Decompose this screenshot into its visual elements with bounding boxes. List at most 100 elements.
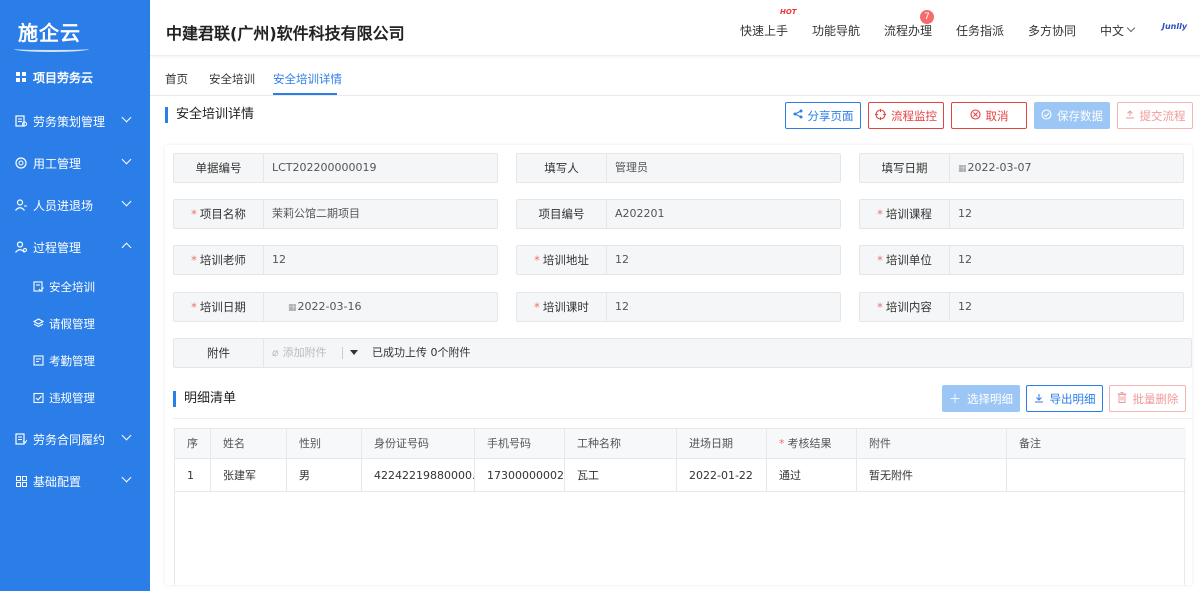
nav-process[interactable]: 流程办理 xyxy=(884,22,932,39)
brand-logo[interactable]: Junlly xyxy=(1162,22,1187,31)
divider xyxy=(342,347,343,359)
writer-field[interactable]: 填写人 管理员 xyxy=(516,153,841,183)
address-field[interactable]: * 培训地址 12 xyxy=(516,245,841,275)
save-button[interactable]: 保存数据 xyxy=(1034,102,1110,129)
table-cell: 42242219880000... xyxy=(362,459,475,492)
course-field[interactable]: * 培训课程 12 xyxy=(859,199,1184,229)
share-button[interactable]: 分享页面 xyxy=(785,102,861,129)
batch-delete-button[interactable]: 批量删除 xyxy=(1109,385,1186,412)
sidebar-item-contract[interactable]: 劳务合同履约 xyxy=(0,418,150,460)
sidebar-item-process[interactable]: 过程管理 xyxy=(0,226,150,268)
plus-icon: ＋ xyxy=(948,392,961,406)
doc-no-field[interactable]: 单据编号 LCT202200000019 xyxy=(173,153,498,183)
write-date-field[interactable]: 填写日期 ▦2022-03-07 xyxy=(859,153,1184,183)
table-header-cell: 附件 xyxy=(857,429,1007,459)
sidebar-subitem-label: 安全培训 xyxy=(49,279,95,294)
teacher-value: 12 xyxy=(272,253,286,266)
sidebar-item-employ[interactable]: 用工管理 xyxy=(0,142,150,184)
attachment-status: 已成功上传 0个附件 xyxy=(372,346,471,359)
table-header-label: 考核结果 xyxy=(787,437,832,450)
sidebar-subitem-attendance[interactable]: 考勤管理 xyxy=(0,342,150,379)
tab-safety-training-detail[interactable]: 安全培训详情 xyxy=(273,71,342,87)
submit-button[interactable]: 提交流程 xyxy=(1117,102,1193,129)
page-title: 安全培训详情 xyxy=(165,107,254,123)
sidebar-item-personnel[interactable]: 人员进退场 xyxy=(0,184,150,226)
table-header-cell: 性别 xyxy=(287,429,362,459)
project-name-value: 茉莉公馆二期项目 xyxy=(272,207,360,220)
sidebar-subitem-leave[interactable]: 请假管理 xyxy=(0,305,150,342)
sidebar-subitem-label: 违规管理 xyxy=(49,390,95,405)
sidebar-item-home[interactable]: 项目劳务云 xyxy=(0,62,150,92)
nav-quick-start[interactable]: 快速上手 xyxy=(740,22,788,39)
nav-function-guide[interactable]: 功能导航 xyxy=(812,22,860,39)
hours-field[interactable]: * 培训课时 12 xyxy=(516,292,841,322)
sidebar-subitem-training[interactable]: 安全培训 xyxy=(0,268,150,305)
table-header-cell: 进场日期 xyxy=(677,429,767,459)
nav-task-assign[interactable]: 任务指派 xyxy=(956,22,1004,39)
table-cell[interactable]: 暂无附件 xyxy=(857,459,1007,492)
sidebar-item-label: 劳务合同履约 xyxy=(33,432,106,447)
chevron-down-icon xyxy=(1126,23,1136,33)
cancel-button-label: 取消 xyxy=(985,108,1009,123)
required-mark: * xyxy=(877,300,883,314)
table-header-cell: 工种名称 xyxy=(565,429,677,459)
trash-icon xyxy=(1117,391,1127,406)
table-cell: 17300000002 xyxy=(475,459,565,492)
tab-home[interactable]: 首页 xyxy=(165,71,188,87)
config-icon xyxy=(15,475,27,487)
project-name-field[interactable]: * 项目名称 茉莉公馆二期项目 xyxy=(173,199,498,229)
chevron-down-icon xyxy=(121,196,132,207)
attendance-icon xyxy=(32,355,44,367)
train-date-field[interactable]: * 培训日期 ▦2022-03-16 xyxy=(173,292,498,322)
caret-down-icon[interactable] xyxy=(350,350,358,355)
hours-value: 12 xyxy=(615,300,629,313)
download-icon xyxy=(1034,392,1044,406)
sidebar-item-label: 劳务策划管理 xyxy=(33,114,106,129)
project-no-field[interactable]: 项目编号 A202201 xyxy=(516,199,841,229)
paperclip-icon: ⌀ xyxy=(272,346,279,359)
detail-list-title: 明细清单 xyxy=(173,391,236,407)
submit-button-label: 提交流程 xyxy=(1139,108,1186,123)
nav-collaboration[interactable]: 多方协同 xyxy=(1028,22,1076,39)
calendar-icon: ▦ xyxy=(288,303,297,313)
table-cell: 1 xyxy=(175,459,211,492)
sidebar-item-config[interactable]: 基础配置 xyxy=(0,460,150,502)
sidebar-item-plan[interactable]: 劳务策划管理 xyxy=(0,100,150,142)
save-button-label: 保存数据 xyxy=(1057,108,1103,123)
train-date-value: 2022-03-16 xyxy=(297,300,362,313)
sidebar-item-label: 人员进退场 xyxy=(33,198,94,213)
divider xyxy=(173,418,1192,419)
add-attachment-button[interactable]: ⌀ 添加附件 xyxy=(272,339,327,367)
write-date-label: 填写日期 xyxy=(860,154,950,182)
table-cell: 2022-01-22 xyxy=(677,459,767,492)
select-detail-button[interactable]: ＋ 选择明细 xyxy=(942,385,1020,412)
export-detail-label: 导出明细 xyxy=(1049,391,1096,406)
sidebar-item-label: 用工管理 xyxy=(33,156,82,171)
logo[interactable]: 施企云 xyxy=(0,0,150,62)
attachment-field: 附件 ⌀ 添加附件 已成功上传 0个附件 xyxy=(173,338,1192,368)
writer-label: 填写人 xyxy=(517,154,607,182)
logo-text: 施企云 xyxy=(14,17,89,52)
unit-field[interactable]: * 培训单位 12 xyxy=(859,245,1184,275)
teacher-field[interactable]: * 培训老师 12 xyxy=(173,245,498,275)
export-detail-button[interactable]: 导出明细 xyxy=(1026,385,1103,412)
target-icon xyxy=(875,108,886,123)
unit-label: 培训单位 xyxy=(885,253,932,267)
required-mark: * xyxy=(534,253,540,267)
sidebar-subitem-violation[interactable]: 违规管理 xyxy=(0,379,150,416)
sidebar-item-label: 项目劳务云 xyxy=(33,70,94,85)
table-header-cell: 备注 xyxy=(1007,429,1186,459)
language-select[interactable]: 中文 xyxy=(1100,22,1124,39)
table-cell: 通过 xyxy=(767,459,857,492)
chevron-down-icon xyxy=(121,472,132,483)
cancel-button[interactable]: 取消 xyxy=(951,102,1027,129)
address-value: 12 xyxy=(615,253,629,266)
sidebar-subitem-label: 考勤管理 xyxy=(49,353,95,368)
content-field[interactable]: * 培训内容 12 xyxy=(859,292,1184,322)
unit-value: 12 xyxy=(958,253,972,266)
monitor-button[interactable]: 流程监控 xyxy=(868,102,944,129)
cancel-circle-icon xyxy=(969,108,981,123)
required-mark: * xyxy=(191,253,197,267)
tab-safety-training[interactable]: 安全培训 xyxy=(209,71,255,87)
content-value: 12 xyxy=(958,300,972,313)
